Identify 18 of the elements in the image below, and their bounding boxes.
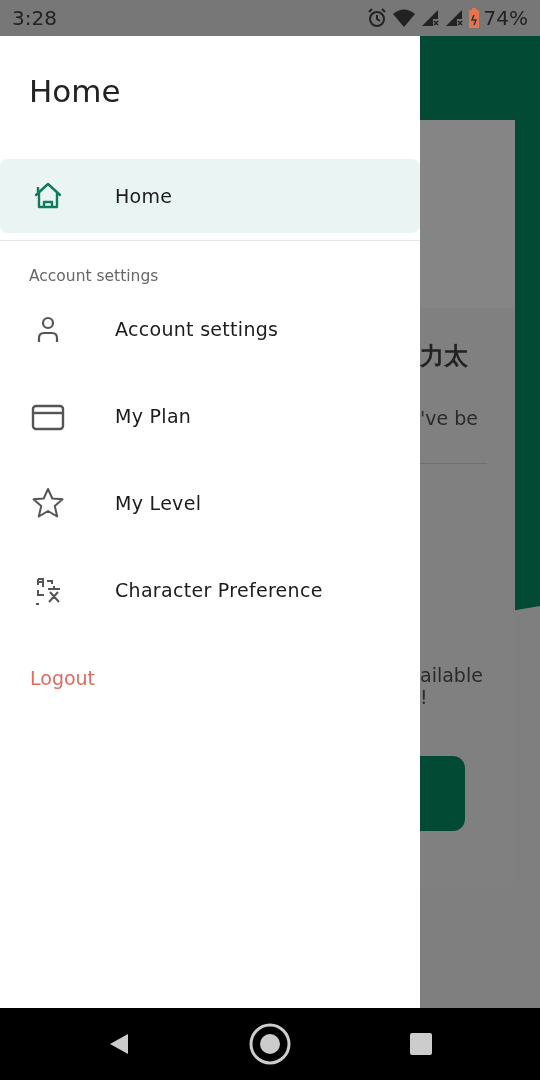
battery-icon xyxy=(467,7,480,29)
drawer-title: Home xyxy=(28,72,122,110)
recents-icon[interactable] xyxy=(409,1032,433,1056)
wifi-icon xyxy=(391,8,416,28)
card-button[interactable] xyxy=(420,755,465,831)
card-heading: 力太 xyxy=(420,341,469,372)
menu-item[interactable]: My Plan xyxy=(0,373,420,460)
battery-percent: 74% xyxy=(483,5,528,32)
notice-text: ! xyxy=(420,685,429,708)
menu-item[interactable]: Home xyxy=(0,159,420,233)
menu-item[interactable]: My Level xyxy=(0,460,420,547)
menu-item[interactable]: Character Preference xyxy=(0,547,420,634)
status-time: 3:28 xyxy=(12,5,57,32)
home-button-icon[interactable] xyxy=(249,1023,291,1065)
notice-text: ailable xyxy=(420,663,484,686)
menu-item[interactable]: Account settings xyxy=(0,286,420,373)
section-label: Account settings xyxy=(28,266,160,286)
card-text: 've be xyxy=(420,406,479,431)
